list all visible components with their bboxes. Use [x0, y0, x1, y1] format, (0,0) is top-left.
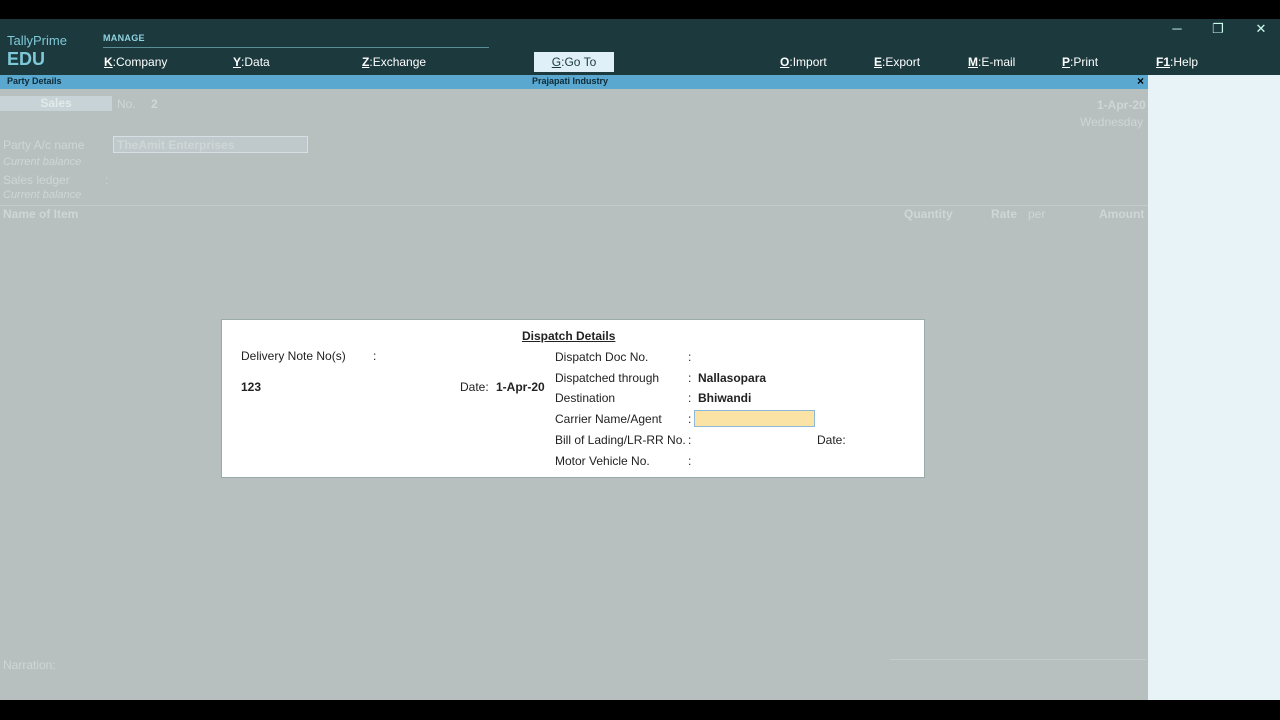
delivery-note-value[interactable]: 123: [241, 380, 261, 394]
col-rate: Rate: [991, 207, 1018, 221]
destination-value[interactable]: Bhiwandi: [698, 391, 751, 405]
letterbox-bottom: [0, 700, 1280, 720]
brand-edition: EDU: [7, 49, 46, 69]
menu-exchange[interactable]: Z:Exchange: [362, 55, 426, 69]
dispatched-through-colon: :: [688, 371, 692, 385]
party-value: TheAmit Enterprises: [117, 138, 235, 152]
motor-vehicle-label: Motor Vehicle No.: [555, 454, 650, 468]
header-divider: [0, 205, 1148, 206]
current-balance-label: Current balance: [3, 156, 82, 168]
close-screen-icon[interactable]: ×: [1137, 74, 1144, 88]
menu-help[interactable]: F1:Help: [1156, 55, 1198, 69]
sales-ledger-label: Sales ledger: [3, 173, 70, 187]
menu-data[interactable]: Y:Data: [233, 55, 270, 69]
carrier-name-input[interactable]: [694, 410, 815, 427]
current-balance-label-2: Current balance: [3, 189, 82, 201]
delivery-note-colon: :: [373, 349, 377, 363]
letterbox-top: [0, 0, 1280, 19]
menu-email[interactable]: M:E-mail: [968, 55, 1015, 69]
dispatched-through-value[interactable]: Nallasopara: [698, 371, 766, 385]
close-window-icon[interactable]: ✕: [1251, 21, 1271, 37]
dialog-title: Dispatch Details: [522, 329, 616, 343]
destination-label: Destination: [555, 391, 616, 405]
voucher-day: Wednesday: [1080, 115, 1144, 129]
goto-button[interactable]: G:Go To: [534, 52, 614, 72]
app-header: TallyPrime EDU MANAGE K:Company Y:Data Z…: [0, 19, 1280, 75]
col-item: Name of Item: [3, 207, 79, 221]
bill-of-lading-colon: :: [688, 433, 692, 447]
dispatch-doc-label: Dispatch Doc No.: [555, 350, 649, 364]
col-amount: Amount: [1099, 207, 1145, 221]
destination-colon: :: [688, 391, 692, 405]
party-label: Party A/c name: [3, 138, 85, 152]
menu-print[interactable]: P:Print: [1062, 55, 1098, 69]
bill-date-label: Date:: [817, 433, 846, 447]
dispatch-doc-colon: :: [688, 350, 692, 364]
col-per: per: [1028, 207, 1046, 221]
restore-icon[interactable]: ❐: [1208, 21, 1228, 37]
dispatch-details-dialog: Dispatch Details Delivery Note No(s) : 1…: [221, 319, 925, 478]
screen-title: Party Details: [7, 76, 62, 86]
delivery-date-label: Date:: [460, 380, 489, 394]
brand-name: TallyPrime: [7, 33, 67, 48]
motor-vehicle-colon: :: [688, 454, 692, 468]
voucher-no-label: No.: [117, 97, 136, 111]
bill-of-lading-label: Bill of Lading/LR-RR No.: [555, 433, 686, 447]
delivery-date-value[interactable]: 1-Apr-20: [496, 380, 545, 394]
sales-ledger-colon: :: [105, 173, 109, 187]
menu-export[interactable]: E:Export: [874, 55, 920, 69]
narration-divider: [890, 659, 1146, 660]
voucher-date: 1-Apr-20: [1097, 98, 1146, 112]
voucher-type: Sales: [0, 96, 112, 111]
voucher-no-value: 2: [151, 97, 158, 111]
col-quantity: Quantity: [904, 207, 953, 221]
narration-label: Narration:: [3, 658, 56, 672]
manage-divider: [103, 47, 489, 48]
company-name: Prajapati Industry: [532, 76, 609, 86]
right-button-panel: [1148, 75, 1280, 700]
menu-company[interactable]: K:Company: [104, 55, 167, 69]
minimize-icon[interactable]: ─: [1167, 21, 1187, 36]
menu-import[interactable]: O:Import: [780, 55, 827, 69]
carrier-colon: :: [688, 412, 692, 426]
carrier-label: Carrier Name/Agent: [555, 412, 662, 426]
screen-title-bar: Party Details Prajapati Industry ×: [0, 74, 1148, 89]
delivery-note-label: Delivery Note No(s): [241, 349, 346, 363]
manage-section-label: MANAGE: [103, 33, 145, 43]
dispatched-through-label: Dispatched through: [555, 371, 660, 385]
